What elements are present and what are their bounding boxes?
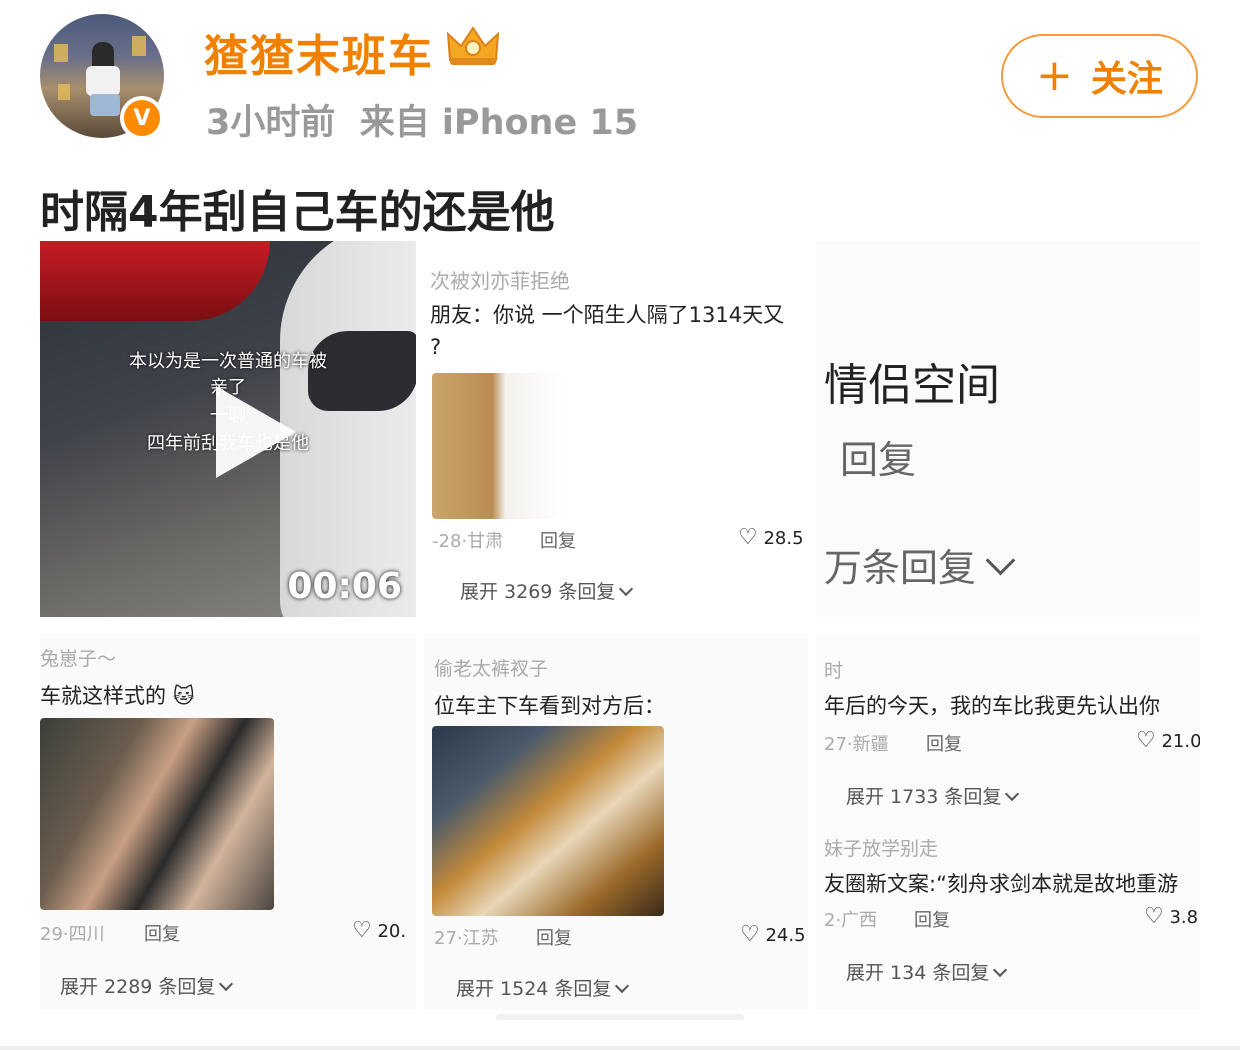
dogs-image[interactable]: [432, 373, 566, 519]
comment-date: 27·江苏: [434, 928, 499, 949]
expand-replies-label: 展开 1733 条回复: [846, 786, 1002, 808]
avatar-decoration: [132, 36, 146, 56]
comment-text: ?: [430, 335, 442, 359]
comment-user: 次被刘亦菲拒绝: [430, 269, 570, 293]
expand-replies-label: 展开 2289 条回复: [60, 976, 216, 998]
comment-user: 妹子放学别走: [824, 838, 939, 860]
video-caption-line: 本以为是一次普通的车被: [129, 351, 327, 372]
expand-replies-label: 展开 3269 条回复: [460, 581, 616, 603]
expand-replies-label: 万条回复: [824, 546, 977, 590]
chevron-down-icon: [993, 962, 1008, 978]
post-source[interactable]: 来自 iPhone 15: [360, 103, 638, 143]
comment-text: 位车主下车看到对方后：: [434, 694, 665, 718]
comment-text: 车就这样式的: [40, 684, 166, 708]
reply-link[interactable]: 回复: [914, 906, 950, 932]
expand-replies-label: 展开 134 条回复: [846, 962, 990, 984]
like-count: ♡ 3.8: [1144, 904, 1198, 929]
heart-icon[interactable]: ♡: [740, 922, 760, 947]
like-count-text: 24.5: [765, 925, 806, 946]
comment-date: 2·广西: [824, 910, 878, 931]
comment-user: 兔崽子～: [40, 648, 117, 670]
comment-date: -28·甘肃: [432, 531, 504, 552]
heart-icon[interactable]: ♡: [1136, 728, 1156, 753]
reply-link[interactable]: 回复: [926, 730, 962, 756]
avatar-figure: [86, 66, 120, 96]
heart-icon[interactable]: ♡: [738, 525, 758, 550]
image-progress-bar: [496, 1014, 744, 1020]
expand-replies[interactable]: 展开 1733 条回复: [846, 782, 1020, 809]
like-count: ♡ 20.: [352, 918, 406, 943]
avatar-figure: [90, 94, 120, 116]
play-icon[interactable]: [216, 386, 296, 478]
reply-link[interactable]: 回复: [536, 924, 572, 950]
expand-replies[interactable]: 展开 1524 条回复: [456, 974, 630, 1001]
movie-still-image[interactable]: [432, 726, 664, 916]
expand-replies[interactable]: 展开 134 条回复: [846, 958, 1008, 985]
chevron-down-icon: [219, 976, 234, 992]
comment-screenshot[interactable]: 时 年后的今天，我的车比我更先认出你 27·新疆 回复 ♡ 21.0 展开 17…: [816, 634, 1200, 1010]
video-duration: 00:06: [287, 566, 402, 607]
comment-screenshot[interactable]: 情侣空间 回复 万条回复: [816, 241, 1200, 617]
comment-text: 年后的今天，我的车比我更先认出你: [824, 694, 1160, 718]
expand-replies[interactable]: 展开 2289 条回复: [60, 972, 234, 999]
reply-link[interactable]: 回复: [840, 429, 916, 484]
like-count: ♡ 24.5: [740, 922, 806, 947]
expand-replies[interactable]: 展开 3269 条回复: [460, 577, 634, 604]
comment-text: 友圈新文案:“刻舟求剑本就是故地重游: [824, 872, 1178, 896]
photo-image[interactable]: [40, 718, 274, 910]
like-count-text: 3.8: [1169, 907, 1199, 928]
expand-replies-label: 展开 1524 条回复: [456, 978, 612, 1000]
comment-date: 27·新疆: [824, 734, 889, 755]
comment-title: 情侣空间: [824, 360, 1000, 411]
crown-icon: [446, 26, 500, 65]
comment-text: 朋友：你说 一个陌生人隔了1314天又: [430, 303, 785, 327]
verified-letter: V: [133, 105, 151, 131]
avatar-decoration: [58, 84, 70, 100]
chevron-down-icon: [985, 545, 1016, 576]
heart-icon[interactable]: ♡: [352, 918, 372, 943]
comment-date: 29·四川: [40, 924, 105, 945]
like-count: ♡ 28.5: [738, 525, 804, 550]
avatar-decoration: [54, 44, 68, 62]
plus-icon: +: [1036, 50, 1073, 101]
like-count: ♡ 21.0: [1136, 728, 1200, 753]
cat-emoji-icon: 🐱: [172, 684, 195, 708]
chevron-down-icon: [615, 978, 630, 994]
comment-screenshot[interactable]: 兔崽子～ 车就这样式的 🐱 29·四川 回复 ♡ 20. 展开 2289 条回复: [40, 634, 416, 1010]
verified-v-icon: V: [120, 96, 164, 140]
video-thumbnail[interactable]: 本以为是一次普通的车被 亲了 一聊 四年前刮我车也是他 00:06: [40, 241, 416, 617]
comment-screenshot[interactable]: 次被刘亦菲拒绝 朋友：你说 一个陌生人隔了1314天又 ? -28·甘肃 回复 …: [424, 241, 808, 617]
follow-label: 关注: [1090, 59, 1163, 100]
car-red-image: [40, 241, 270, 321]
expand-replies[interactable]: 万条回复: [824, 537, 1016, 592]
reply-link[interactable]: 回复: [144, 920, 180, 946]
like-count-text: 28.5: [763, 528, 804, 549]
like-count-text: 20.: [377, 921, 407, 942]
follow-button[interactable]: + 关注: [1001, 34, 1198, 118]
post-meta: 3小时前 来自 iPhone 15: [206, 94, 638, 145]
post-time: 3小时前: [206, 103, 336, 143]
post-text: 时隔4年刮自己车的还是他: [40, 187, 555, 238]
comment-text-row: 车就这样式的 🐱: [40, 680, 195, 710]
divider: [0, 1046, 1240, 1050]
username[interactable]: 猹猹末班车: [204, 20, 434, 84]
reply-link[interactable]: 回复: [540, 527, 576, 553]
heart-icon[interactable]: ♡: [1144, 904, 1164, 929]
comment-screenshot[interactable]: 偷老太裤衩子 位车主下车看到对方后： 27·江苏 回复 ♡ 24.5 展开 15…: [424, 634, 808, 1010]
chevron-down-icon: [619, 581, 634, 597]
comment-user: 时: [824, 660, 844, 682]
comment-user: 偷老太裤衩子: [434, 658, 549, 680]
chevron-down-icon: [1005, 786, 1020, 802]
like-count-text: 21.0: [1161, 731, 1200, 752]
